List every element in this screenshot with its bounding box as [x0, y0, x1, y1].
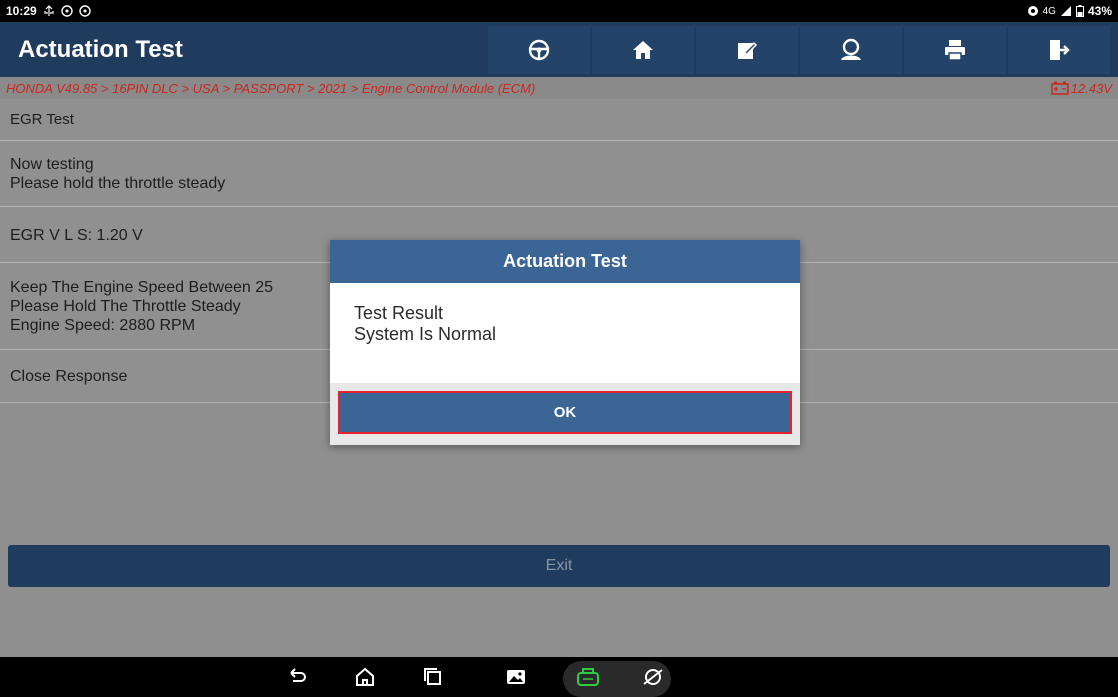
row-label: EGR Test: [10, 111, 74, 128]
browser-icon[interactable]: [642, 666, 664, 688]
signal-icon: [1060, 6, 1071, 16]
row-label: Please hold the throttle steady: [10, 175, 226, 192]
network-type: 4G: [1042, 5, 1056, 17]
edit-icon: [738, 41, 758, 59]
message-icon-2: [79, 5, 91, 17]
system-nav-bar: [0, 657, 1118, 697]
exit-door-icon: [1050, 39, 1070, 60]
home-button[interactable]: [592, 25, 694, 74]
voltage-value: 12.43V: [1070, 80, 1112, 96]
vci-icon[interactable]: [575, 666, 601, 688]
dialog-line-2: System Is Normal: [354, 324, 497, 344]
page-title: Actuation Test: [18, 35, 183, 63]
edit-button[interactable]: [696, 25, 798, 74]
recents-icon[interactable]: [422, 666, 444, 688]
breadcrumb: HONDA V49.85 > 16PIN DLC > USA > PASSPOR…: [0, 77, 1118, 99]
steering-wheel-button[interactable]: [488, 25, 590, 74]
voltage-readout: 12.43V: [1051, 81, 1112, 96]
ok-button[interactable]: OK: [338, 391, 792, 434]
exit-button[interactable]: Exit: [8, 545, 1110, 587]
dialog-line-1: Test Result: [354, 303, 444, 323]
app-header: Actuation Test: [0, 22, 1118, 77]
user-icon: [841, 38, 861, 60]
usb-icon: [44, 5, 54, 16]
print-button[interactable]: [904, 25, 1006, 74]
breadcrumb-path: HONDA V49.85 > 16PIN DLC > USA > PASSPOR…: [6, 80, 536, 96]
printer-icon: [945, 39, 965, 61]
clock: 10:29: [6, 4, 37, 18]
user-button[interactable]: [800, 25, 902, 74]
back-icon[interactable]: [286, 666, 308, 688]
battery-icon: [1075, 5, 1084, 17]
battery-voltage-icon: [1051, 81, 1069, 95]
status-bar: 10:29 4G 43%: [0, 0, 1118, 22]
message-icon: [61, 5, 73, 17]
dialog-footer: OK: [330, 383, 800, 445]
actuation-test-dialog: Actuation Test Test Result System Is Nor…: [330, 240, 800, 445]
list-item-now-testing: Now testing Please hold the throttle ste…: [0, 142, 1118, 207]
dialog-title: Actuation Test: [330, 240, 800, 283]
row-label: Now testing: [10, 156, 94, 173]
gallery-icon[interactable]: [505, 666, 527, 688]
battery-level: 43%: [1087, 4, 1112, 18]
exit-app-button[interactable]: [1008, 25, 1110, 74]
home-nav-icon[interactable]: [354, 666, 376, 688]
list-item-egr-test: EGR Test: [0, 99, 1118, 141]
vpn-icon: [1027, 6, 1038, 16]
dialog-body: Test Result System Is Normal: [330, 283, 800, 383]
home-icon: [633, 40, 653, 59]
steering-wheel-icon: [528, 39, 550, 60]
